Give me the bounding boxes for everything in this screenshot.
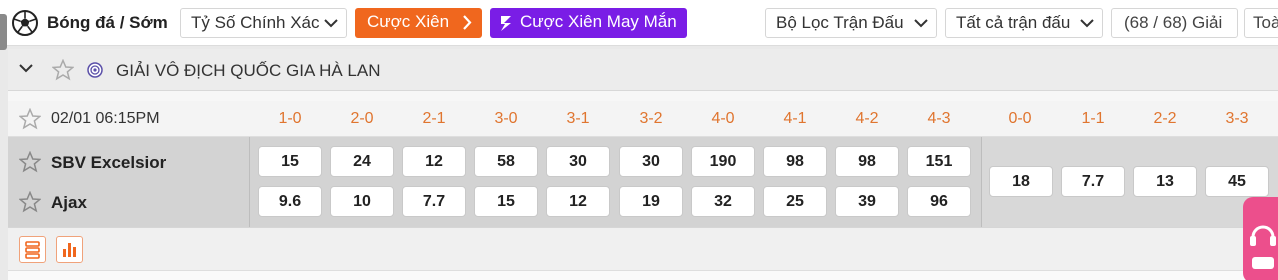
star-icon[interactable]	[19, 151, 41, 173]
score-label: 4-1	[783, 110, 807, 127]
draw-score-label: 3-3	[1225, 110, 1249, 127]
draw-odds-button[interactable]: 18	[989, 166, 1053, 197]
odds-button[interactable]: 96	[907, 186, 971, 217]
side-tab-handle[interactable]	[0, 14, 7, 50]
soccer-ball-icon	[12, 10, 38, 36]
statistics-button[interactable]	[56, 236, 83, 263]
league-header[interactable]: GIẢI VÔ ĐỊCH QUỐC GIA HÀ LAN	[8, 49, 1278, 91]
lucky-parlay-label: Cược Xiên May Mắn	[520, 12, 677, 31]
all-button[interactable]: Toà	[1244, 8, 1278, 38]
score-label: 3-0	[494, 110, 518, 127]
odds-button[interactable]: 98	[763, 146, 827, 177]
odds-button[interactable]: 151	[907, 146, 971, 177]
chevron-right-icon	[463, 15, 472, 30]
odds-button[interactable]: 7.7	[402, 186, 466, 217]
league-count-button[interactable]: (68 / 68) Giải	[1111, 8, 1238, 38]
odds-button[interactable]: 15	[258, 146, 322, 177]
score-label: 3-1	[566, 110, 590, 127]
odds-button[interactable]: 39	[835, 186, 899, 217]
star-icon[interactable]	[19, 108, 41, 130]
odds-button[interactable]: 190	[691, 146, 755, 177]
odds-button[interactable]: 19	[619, 186, 683, 217]
bet-type-dropdown[interactable]: Tỷ Số Chính Xác	[180, 8, 347, 38]
lightning-icon	[501, 16, 511, 31]
odds-button[interactable]: 10	[330, 186, 394, 217]
odds-button[interactable]: 30	[619, 146, 683, 177]
bet-type-label: Tỷ Số Chính Xác	[191, 13, 320, 32]
list-button[interactable]	[19, 236, 46, 263]
odds-button[interactable]: 58	[474, 146, 538, 177]
separator	[8, 91, 1278, 101]
odds-body: SBV Excelsior Ajax 15 24 12 58 30 30 190…	[8, 137, 1278, 227]
next-row-edge	[8, 270, 1278, 280]
all-matches-dropdown[interactable]: Tất cả trận đấu	[945, 8, 1103, 38]
score-label: 1-0	[278, 110, 302, 127]
odds-button[interactable]: 98	[835, 146, 899, 177]
support-chat-button[interactable]	[1243, 197, 1278, 280]
odds-button[interactable]: 25	[763, 186, 827, 217]
parlay-label: Cược Xiên	[367, 12, 450, 31]
match-filter-label: Bộ Lọc Trận Đấu	[776, 13, 904, 32]
all-matches-label: Tất cả trận đấu	[956, 13, 1071, 32]
chevron-down-icon	[1080, 19, 1094, 28]
page: Bóng đá / Sớm Tỷ Số Chính Xác Cược Xiên …	[0, 0, 1278, 280]
score-label: 2-1	[422, 110, 446, 127]
score-label: 4-2	[855, 110, 879, 127]
away-team-name: Ajax	[51, 193, 87, 212]
support-headset-icon	[1250, 225, 1276, 269]
star-icon[interactable]	[19, 191, 41, 213]
score-label: 4-3	[927, 110, 951, 127]
match-header-row: 02/01 06:15PM 1-0 2-0 2-1 3-0 3-1 3-2 4-…	[8, 101, 1278, 137]
star-icon[interactable]	[52, 59, 74, 81]
odds-button[interactable]: 24	[330, 146, 394, 177]
odds-button[interactable]: 15	[474, 186, 538, 217]
chevron-down-icon	[324, 19, 338, 28]
draw-odds-button[interactable]: 7.7	[1061, 166, 1125, 197]
chevron-down-icon	[914, 19, 928, 28]
score-label: 3-2	[639, 110, 663, 127]
odds-button[interactable]: 12	[546, 186, 610, 217]
match-datetime: 02/01 06:15PM	[51, 110, 160, 127]
collapse-icon[interactable]	[18, 62, 34, 74]
list-icon	[25, 241, 40, 259]
match-filter-dropdown[interactable]: Bộ Lọc Trận Đấu	[765, 8, 937, 38]
draw-odds-button[interactable]: 45	[1205, 166, 1269, 197]
draw-score-label: 1-1	[1081, 110, 1105, 127]
teams-panel: SBV Excelsior Ajax	[8, 137, 250, 227]
odds-button[interactable]: 30	[546, 146, 610, 177]
lucky-parlay-button[interactable]: Cược Xiên May Mắn	[490, 8, 687, 38]
bar-chart-icon	[63, 243, 76, 257]
draw-odds-button[interactable]: 13	[1133, 166, 1197, 197]
sport-title: Bóng đá / Sớm	[47, 13, 168, 32]
draw-score-label: 2-2	[1153, 110, 1177, 127]
odds-button[interactable]: 32	[691, 186, 755, 217]
odds-button[interactable]: 9.6	[258, 186, 322, 217]
odds-button[interactable]: 12	[402, 146, 466, 177]
score-label: 4-0	[711, 110, 735, 127]
top-toolbar: Bóng đá / Sớm Tỷ Số Chính Xác Cược Xiên …	[0, 0, 1278, 46]
league-name: GIẢI VÔ ĐỊCH QUỐC GIA HÀ LAN	[116, 61, 381, 80]
draw-score-label: 0-0	[1008, 110, 1032, 127]
match-tools-row	[8, 227, 1278, 270]
home-team-name: SBV Excelsior	[51, 153, 167, 172]
parlay-button[interactable]: Cược Xiên	[355, 8, 482, 38]
league-logo-icon	[87, 62, 103, 78]
score-label: 2-0	[350, 110, 374, 127]
